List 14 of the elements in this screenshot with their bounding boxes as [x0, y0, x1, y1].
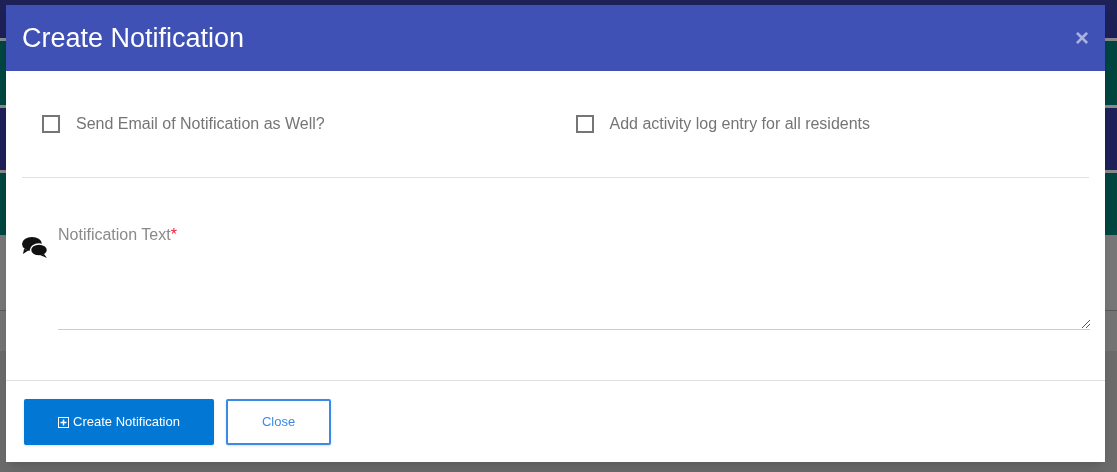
plus-square-icon	[58, 416, 69, 428]
checkbox[interactable]	[42, 115, 60, 133]
checkbox[interactable]	[575, 115, 594, 133]
field-label: Notification Text*	[58, 223, 177, 247]
chat-bubbles-icon	[22, 236, 48, 258]
create-notification-button[interactable]: Create Notification	[24, 399, 214, 445]
dialog-title: Create Notification	[22, 21, 245, 55]
required-mark: *	[170, 225, 177, 245]
resize-handle-icon[interactable]	[1082, 320, 1090, 328]
close-dialog-button[interactable]: Close	[226, 399, 331, 445]
notification-text-field[interactable]: Notification Text*	[58, 223, 1090, 330]
close-button[interactable]: ×	[1075, 26, 1089, 50]
checkbox-label: Add activity log entry for all residents	[609, 114, 871, 134]
checkbox-label: Send Email of Notification as Well?	[76, 114, 325, 134]
